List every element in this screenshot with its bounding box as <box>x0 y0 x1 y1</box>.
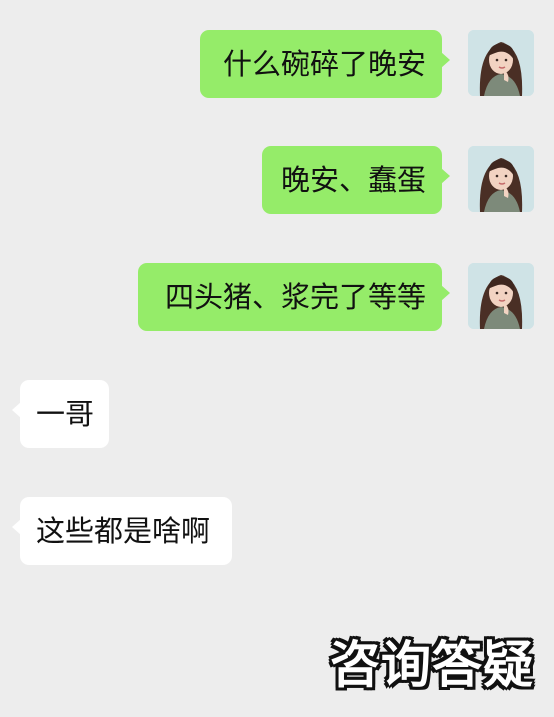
message-bubble-incoming[interactable]: 一哥 <box>12 380 109 448</box>
watermark-text: 咨询答疑 <box>330 636 534 694</box>
message-text: 一哥 <box>36 396 95 431</box>
message-bubble-outgoing[interactable]: 晚安、蠢蛋 <box>262 146 450 214</box>
message-text: 这些都是啥啊 <box>36 513 211 548</box>
avatar[interactable] <box>468 146 534 212</box>
message-bubble-incoming[interactable]: 这些都是啥啊 <box>12 497 232 565</box>
message-text: 晚安、蠢蛋 <box>280 162 426 197</box>
avatar[interactable] <box>468 263 534 329</box>
girl-portrait-avatar-icon <box>468 30 534 96</box>
message-text: 四头猪、浆完了等等 <box>164 279 426 314</box>
avatar[interactable] <box>468 30 534 96</box>
message-bubble-outgoing[interactable]: 四头猪、浆完了等等 <box>138 263 450 331</box>
girl-portrait-avatar-icon <box>468 146 534 212</box>
message-bubble-outgoing[interactable]: 什么碗碎了晚安 <box>200 30 450 98</box>
girl-portrait-avatar-icon <box>468 263 534 329</box>
chat-area[interactable]: 什么碗碎了晚安 晚安、蠢蛋 四头猪、浆完了等等 一哥 这些都是啥啊 咨询答疑 <box>0 0 554 717</box>
message-text: 什么碗碎了晚安 <box>222 46 426 81</box>
